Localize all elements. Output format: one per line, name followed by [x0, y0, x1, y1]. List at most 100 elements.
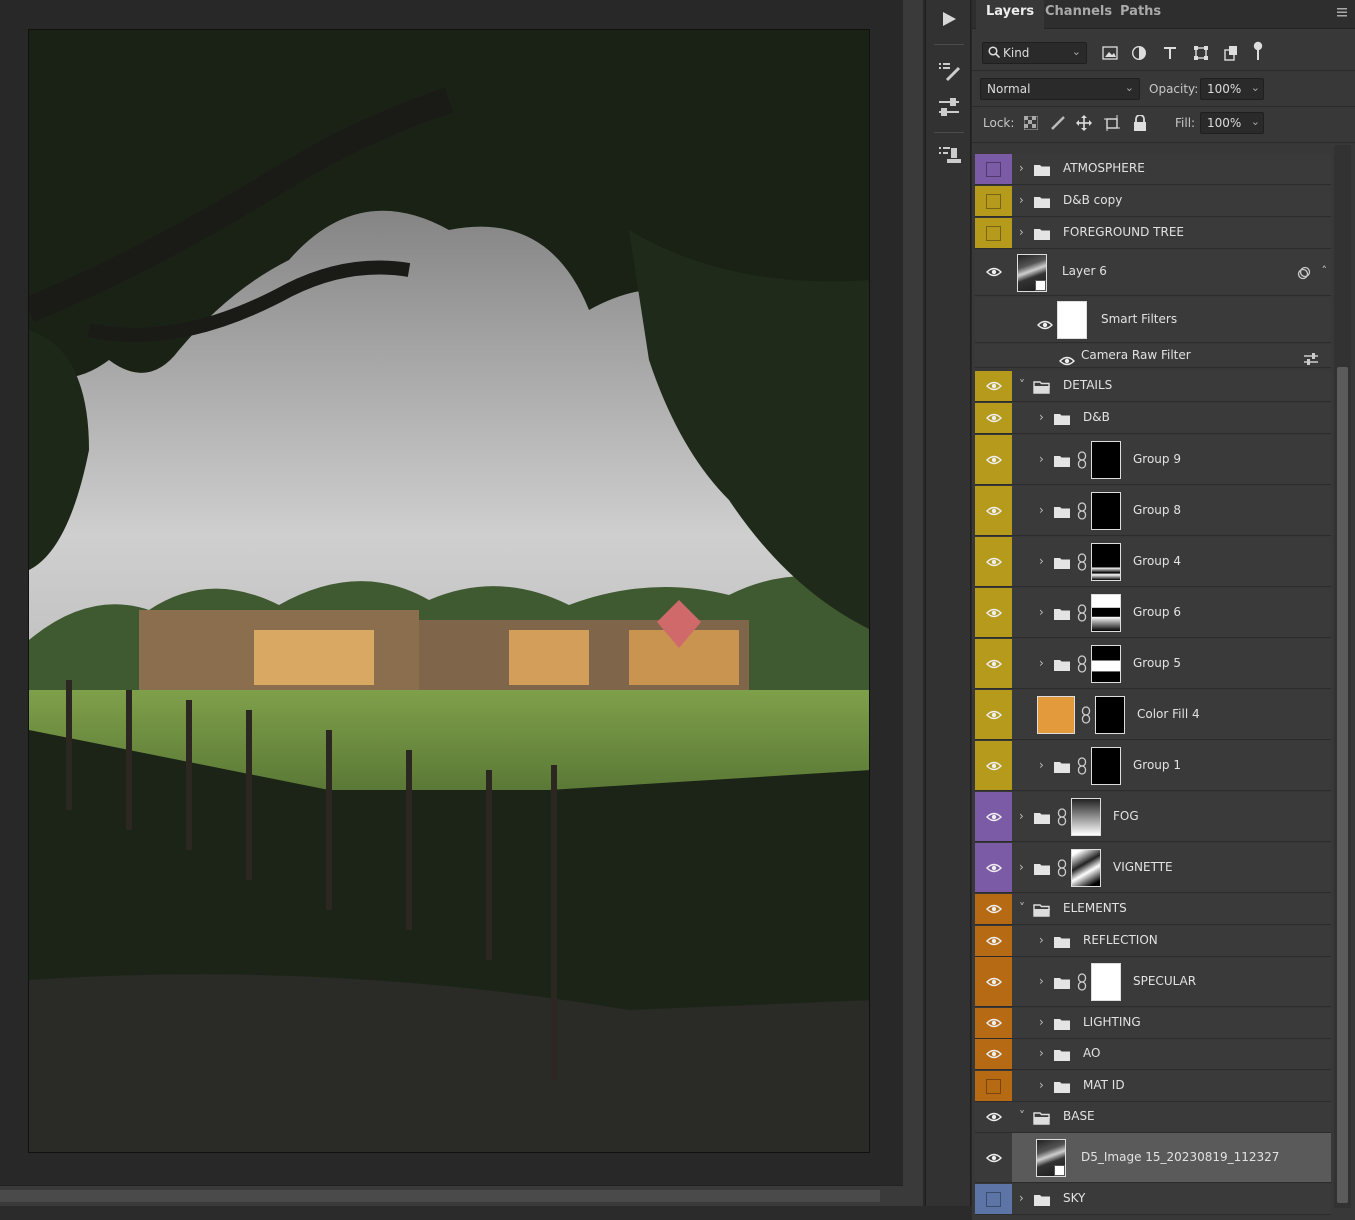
visibility-toggle[interactable]: [975, 218, 1012, 248]
shape-filter-icon[interactable]: [1192, 44, 1210, 62]
layer-smart-filters[interactable]: Smart Filters: [975, 297, 1331, 343]
visibility-toggle[interactable]: [975, 537, 1012, 586]
visibility-toggle[interactable]: [975, 957, 1012, 1006]
visibility-toggle[interactable]: [975, 486, 1012, 535]
layers-scrollbar[interactable]: [1334, 145, 1351, 1208]
canvas-horizontal-scrollbar[interactable]: [0, 1185, 903, 1206]
layer-specular[interactable]: › SPECULAR: [975, 957, 1331, 1007]
chevron-right-icon[interactable]: ›: [1039, 1078, 1044, 1092]
layer-d-b[interactable]: › D&B: [975, 403, 1331, 434]
layer-color-fill-4[interactable]: Color Fill 4: [975, 690, 1331, 740]
visibility-toggle[interactable]: [975, 249, 1012, 295]
chevron-down-icon[interactable]: ⌄: [1251, 81, 1260, 94]
layer-lighting[interactable]: › LIGHTING: [975, 1008, 1331, 1039]
fill-color-thumbnail[interactable]: [1037, 695, 1075, 734]
lock-artboard-icon[interactable]: [1103, 114, 1121, 132]
chevron-right-icon[interactable]: ›: [1019, 860, 1024, 874]
link-icon[interactable]: [1057, 807, 1067, 826]
visibility-toggle[interactable]: [975, 1133, 1012, 1182]
link-icon[interactable]: [1077, 972, 1087, 991]
layer-reflection[interactable]: › REFLECTION: [975, 926, 1331, 957]
chevron-right-icon[interactable]: ›: [1019, 193, 1024, 207]
visibility-toggle[interactable]: [975, 403, 1012, 433]
filter-toggle-icon[interactable]: [1249, 41, 1267, 60]
layer-group-9[interactable]: › Group 9: [975, 435, 1331, 485]
chevron-down-icon[interactable]: ˅: [1019, 378, 1025, 392]
visibility-toggle[interactable]: [975, 154, 1012, 184]
layers-list[interactable]: › ATMOSPHERE › D&B copy › FOREGROUND TREE Laye…: [972, 145, 1332, 1220]
layer-sky[interactable]: › SKY: [975, 1184, 1331, 1215]
pixel-filter-icon[interactable]: [1101, 44, 1119, 62]
visibility-toggle[interactable]: [975, 690, 1012, 739]
lock-transparent-pixels-icon[interactable]: [1022, 114, 1040, 132]
scroll-thumb[interactable]: [1337, 367, 1348, 1203]
type-filter-icon[interactable]: [1161, 44, 1179, 62]
clone-source-icon[interactable]: [932, 140, 966, 170]
layer-camera-raw-filter[interactable]: Camera Raw Filter: [975, 344, 1331, 368]
chevron-right-icon[interactable]: ›: [1039, 1015, 1044, 1029]
lock-position-icon[interactable]: [1075, 114, 1093, 132]
brush-settings-icon[interactable]: [932, 56, 966, 86]
layer-group-6[interactable]: › Group 6: [975, 588, 1331, 638]
visibility-toggle[interactable]: [975, 894, 1012, 924]
visibility-toggle[interactable]: [975, 588, 1012, 637]
chevron-right-icon[interactable]: ›: [1039, 974, 1044, 988]
opacity-field[interactable]: 100% ⌄: [1200, 78, 1264, 100]
lock-image-pixels-icon[interactable]: [1049, 114, 1067, 132]
collapse-effects-icon[interactable]: ˄: [1322, 264, 1328, 277]
chevron-right-icon[interactable]: ›: [1039, 933, 1044, 947]
smart-filter-indicator-icon[interactable]: [1297, 265, 1311, 284]
layer-details[interactable]: ˅ DETAILS: [975, 371, 1331, 402]
visibility-toggle[interactable]: [975, 639, 1012, 688]
layer-mask-thumbnail[interactable]: [1091, 644, 1121, 683]
chevron-down-icon[interactable]: ⌄: [1251, 115, 1260, 128]
adjustment-filter-icon[interactable]: [1130, 44, 1148, 62]
layer-foreground-tree[interactable]: › FOREGROUND TREE: [975, 218, 1331, 249]
chevron-right-icon[interactable]: ›: [1039, 1046, 1044, 1060]
chevron-right-icon[interactable]: ›: [1039, 503, 1044, 517]
layer-mask-thumbnail[interactable]: [1091, 593, 1121, 632]
canvas-area[interactable]: [0, 0, 903, 1185]
blend-mode-dropdown[interactable]: Normal ⌄: [980, 78, 1140, 100]
layer-layer-6[interactable]: Layer 6 ˄: [975, 249, 1331, 296]
link-icon[interactable]: [1057, 858, 1067, 877]
link-icon[interactable]: [1077, 654, 1087, 673]
chevron-right-icon[interactable]: ›: [1019, 1191, 1024, 1205]
chevron-right-icon[interactable]: ›: [1019, 161, 1024, 175]
visibility-toggle[interactable]: [975, 435, 1012, 484]
layer-fog[interactable]: › FOG: [975, 792, 1331, 842]
link-icon[interactable]: [1077, 501, 1087, 520]
layer-elements[interactable]: ˅ ELEMENTS: [975, 894, 1331, 925]
eye-icon[interactable]: [1059, 351, 1075, 370]
play-icon[interactable]: [932, 4, 966, 34]
layer-ao[interactable]: › AO: [975, 1039, 1331, 1070]
chevron-right-icon[interactable]: ›: [1019, 809, 1024, 823]
adjustments-icon[interactable]: [932, 92, 966, 122]
visibility-toggle[interactable]: [975, 1184, 1012, 1214]
smart-filter-mask-thumbnail[interactable]: [1057, 300, 1087, 339]
chevron-right-icon[interactable]: ›: [1039, 758, 1044, 772]
layer-group-8[interactable]: › Group 8: [975, 486, 1331, 536]
visibility-toggle[interactable]: [975, 741, 1012, 790]
fill-field[interactable]: 100% ⌄: [1200, 112, 1264, 134]
layer-vignette[interactable]: › VIGNETTE: [975, 843, 1331, 893]
chevron-right-icon[interactable]: ›: [1039, 605, 1044, 619]
layer-mat-id[interactable]: › MAT ID: [975, 1071, 1331, 1102]
visibility-toggle[interactable]: [975, 843, 1012, 892]
visibility-toggle[interactable]: [975, 371, 1012, 401]
document-image[interactable]: [28, 29, 870, 1153]
panel-menu-icon[interactable]: [1337, 6, 1349, 20]
visibility-toggle[interactable]: [975, 792, 1012, 841]
layer-mask-thumbnail[interactable]: [1071, 797, 1101, 836]
layer-mask-thumbnail[interactable]: [1091, 440, 1121, 479]
filter-options-icon[interactable]: [1303, 350, 1319, 369]
lock-all-icon[interactable]: [1131, 114, 1149, 132]
canvas-vertical-scrollbar[interactable]: [903, 0, 923, 1206]
visibility-toggle[interactable]: [975, 1071, 1012, 1101]
link-icon[interactable]: [1077, 450, 1087, 469]
layer-base[interactable]: ˅ BASE: [975, 1102, 1331, 1133]
chevron-right-icon[interactable]: ›: [1039, 554, 1044, 568]
link-icon[interactable]: [1077, 552, 1087, 571]
visibility-toggle[interactable]: [975, 186, 1012, 216]
layer-group-5[interactable]: › Group 5: [975, 639, 1331, 689]
